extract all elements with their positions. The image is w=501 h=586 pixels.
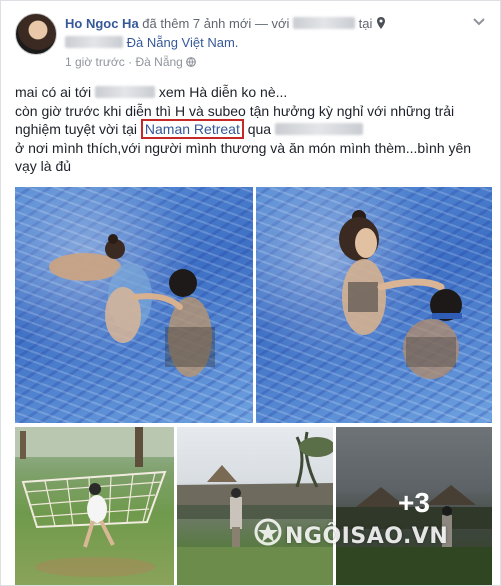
photo-4-scene [177, 431, 333, 585]
tagged-friends-redacted [293, 17, 356, 29]
redacted-text [274, 123, 363, 135]
redacted-text [94, 86, 155, 98]
post-text-segment: nghiệm tuyệt vời tại [15, 121, 138, 137]
at-label: tại [358, 16, 373, 31]
venue-redacted [65, 36, 123, 48]
post-time[interactable]: 1 giờ trước [65, 55, 125, 69]
post-body: mai có ai tới xem Hà diễn ko nè... còn g… [15, 83, 495, 176]
chevron-down-icon[interactable] [472, 17, 486, 27]
post-action: đã thêm 7 ảnh mới — với [142, 16, 290, 31]
post-place[interactable]: Đà Nẵng [135, 55, 182, 69]
tagged-place-link[interactable]: Naman Retreat [140, 119, 244, 139]
more-photos-count: +3 [398, 487, 430, 518]
post-text-line: nghiệm tuyệt vời tại Naman Retreat qua [15, 119, 495, 139]
photo-1-scene [49, 234, 215, 377]
photo-2[interactable] [256, 187, 492, 423]
author-avatar[interactable] [15, 13, 57, 55]
watermark-logo [254, 518, 282, 546]
photo-1[interactable] [15, 187, 253, 423]
post-text-line: ở nơi mình thích,với người mình thương v… [15, 139, 472, 156]
author-name[interactable]: Ho Ngoc Ha [65, 16, 139, 31]
post-text-line: mai có ai tới xem Hà diễn ko nè... [15, 83, 495, 102]
post-location-line: Đà Nẵng Việt Nam. [65, 34, 238, 52]
facebook-post: Ho Ngoc Ha đã thêm 7 ảnh mới — với tại Đ… [0, 0, 501, 586]
post-text-segment: mai có ai tới [15, 84, 92, 100]
post-header: Ho Ngoc Ha đã thêm 7 ảnh mới — với tại [65, 15, 465, 33]
photo-4[interactable] [177, 427, 333, 585]
photo-3[interactable] [15, 427, 174, 585]
location-link[interactable]: Đà Nẵng Việt Nam. [127, 35, 239, 50]
photo-3-scene [15, 427, 174, 577]
watermark-text: NGÔISAO.VN [285, 524, 449, 549]
photo-2-scene [339, 210, 462, 379]
post-text-line: còn giờ trước khi diễn thì H và subeo tậ… [15, 102, 455, 119]
globe-icon [186, 57, 197, 67]
post-meta: 1 giờ trước · Đà Nẵng [65, 55, 197, 69]
photo-5-more[interactable]: +3 [336, 427, 492, 585]
post-text-segment: qua [247, 121, 272, 137]
location-pin-icon [377, 17, 386, 29]
post-text-line: vạy là đủ [15, 158, 72, 174]
post-text-segment: xem Hà diễn ko nè... [158, 84, 288, 100]
